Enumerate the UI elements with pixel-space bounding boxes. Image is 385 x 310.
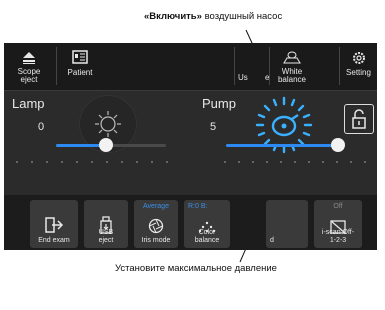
callout-set-max-pressure: Установите максимальное давление (115, 263, 277, 274)
endoscope-control-panel: Scope eject Patient Us e White balance S… (4, 43, 377, 250)
pump-value: 5 (210, 121, 217, 133)
exit-door-icon (45, 217, 64, 233)
iris-mode-button[interactable]: Average Iris mode (134, 200, 178, 248)
patient-card-icon (72, 50, 88, 64)
patient-label: Patient (67, 68, 93, 77)
lock-button[interactable] (344, 104, 374, 134)
usb-eject-button[interactable]: USB eject (84, 200, 128, 248)
pump-ticks (224, 161, 366, 164)
partial-button-label: d (270, 237, 274, 244)
end-exam-label: End exam (38, 237, 70, 244)
scope-eject-button[interactable]: Scope eject (6, 43, 52, 90)
unlock-icon (352, 109, 366, 129)
white-balance-button[interactable]: White balance (270, 43, 314, 90)
lamp-value: 0 (38, 121, 45, 133)
function-button-row: End exam USB eject Average Iris mode R:0… (4, 195, 377, 250)
pump-slider-knob[interactable] (331, 138, 345, 152)
usb-eject-label: USB eject (98, 229, 114, 244)
setting-button[interactable]: Setting (340, 43, 377, 90)
iris-mode-label: Iris mode (141, 237, 171, 244)
pump-slider-fill (226, 144, 338, 147)
patient-button[interactable]: Patient (60, 43, 100, 90)
white-balance-icon (283, 51, 301, 64)
color-balance-label: Color balance (194, 229, 220, 244)
lamp-slider-knob[interactable] (99, 138, 113, 152)
iscan-label: i-scan Off-1-2-3 (321, 229, 355, 244)
partially-hidden-button[interactable]: d (266, 200, 308, 248)
iris-aperture-icon (148, 218, 164, 234)
lamp-ticks (16, 161, 168, 164)
white-balance-label: White balance (277, 67, 307, 84)
iris-mode-tag: Average (143, 203, 169, 210)
scope-eject-label: Scope eject (17, 67, 41, 84)
lamp-label: Lamp (12, 96, 45, 111)
top-toolbar: Scope eject Patient Us e White balance S… (4, 43, 377, 91)
pump-label: Pump (202, 96, 236, 111)
iscan-tag: Off (333, 203, 343, 210)
gear-icon (352, 52, 365, 64)
iscan-button[interactable]: Off i-scan Off-1-2-3 (314, 200, 362, 248)
eject-icon (23, 52, 35, 64)
setting-label: Setting (346, 68, 371, 77)
user-button[interactable]: Us e (234, 43, 272, 90)
color-balance-button[interactable]: R:0 B: Color balance (184, 200, 230, 248)
user-label-partial: Us (238, 73, 248, 82)
color-balance-tag: R:0 B: (188, 203, 208, 210)
end-exam-button[interactable]: End exam (30, 200, 78, 248)
